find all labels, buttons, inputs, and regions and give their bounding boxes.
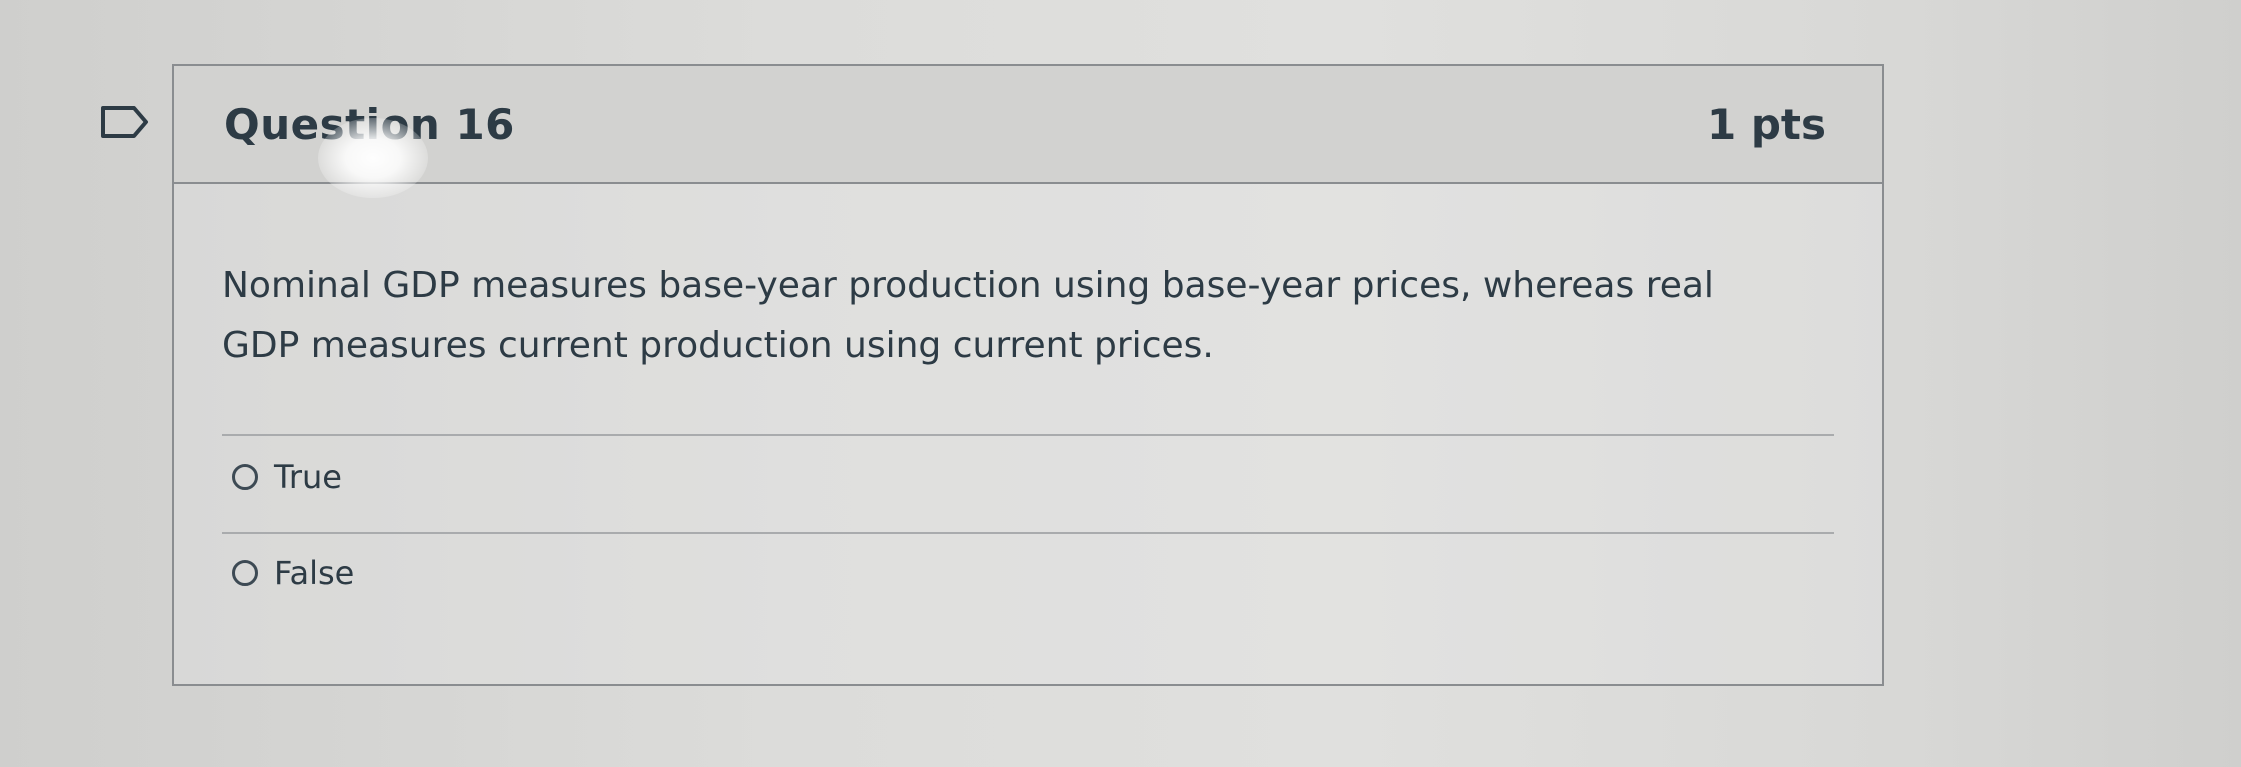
radio-button-icon[interactable] [232, 464, 258, 490]
answer-label-false: False [274, 554, 355, 592]
question-points: 1 pts [1707, 100, 1826, 149]
question-title: Question 16 [224, 100, 515, 149]
question-text: Nominal GDP measures base-year productio… [222, 265, 1714, 366]
question-card: Question 16 1 pts Nominal GDP measures b… [172, 64, 1884, 686]
answer-option-false[interactable]: False [232, 554, 354, 592]
answer-divider [222, 532, 1834, 534]
question-header: Question 16 1 pts [174, 66, 1882, 184]
answer-option-true[interactable]: True [232, 458, 342, 496]
answer-label-true: True [274, 458, 342, 496]
answer-divider [222, 434, 1834, 436]
radio-button-icon[interactable] [232, 560, 258, 586]
flag-question-icon[interactable] [100, 105, 150, 139]
